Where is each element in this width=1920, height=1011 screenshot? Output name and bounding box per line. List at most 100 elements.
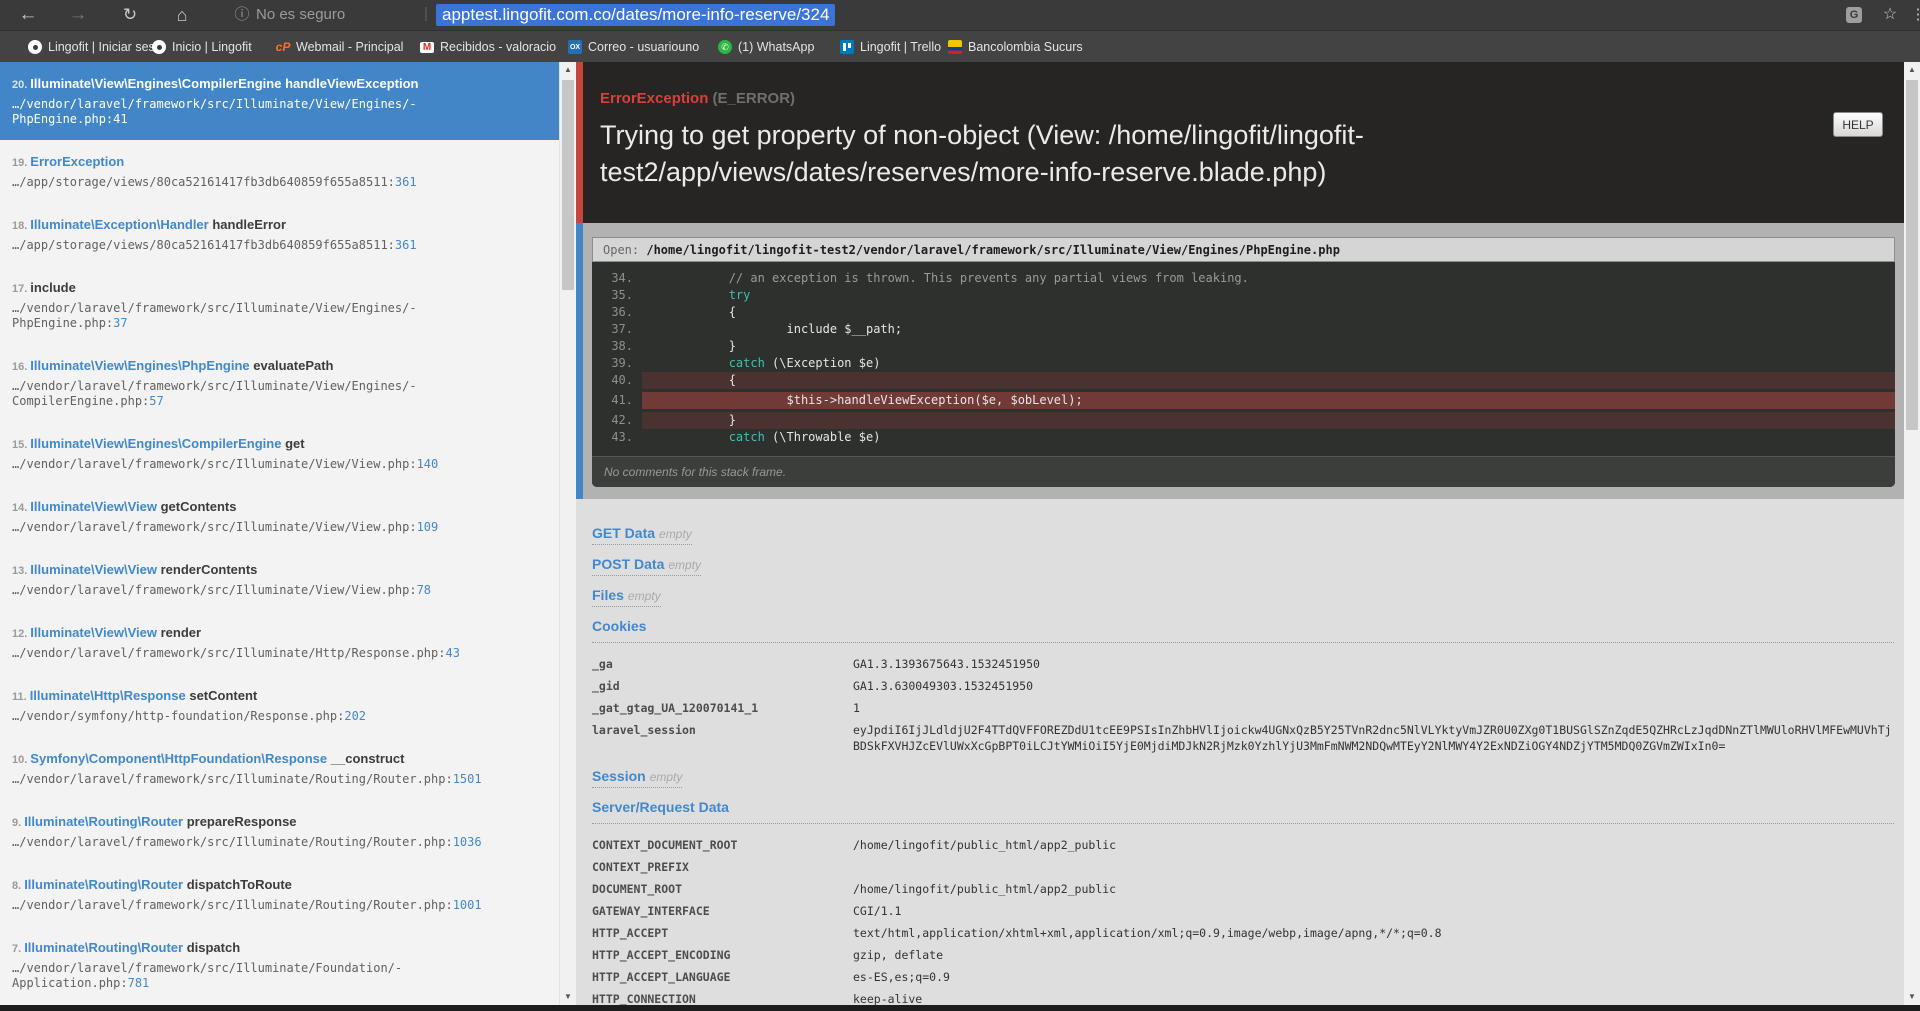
page-scrollbar[interactable]: ▲ ▼ [1904,62,1920,1005]
stack-frame[interactable]: 10.Symfony\Component\HttpFoundation\Resp… [0,737,559,800]
frame-number: 15. [12,439,27,451]
code-line: 40. { [592,372,1895,389]
section-empty-label: empty [650,770,683,784]
frame-class: Illuminate\View\Engines\PhpEngine [30,358,249,373]
code-line-text: catch (\Throwable $e) [642,429,1895,446]
table-row: CONTEXT_PREFIX [592,856,1894,878]
reload-icon[interactable]: ↻ [118,0,142,30]
gmail-icon: M [420,42,434,53]
bookmark-item[interactable]: Bancolombia Sucurs [948,31,1083,63]
stack-frame[interactable]: 7.Illuminate\Routing\Router dispatch…/ve… [0,926,559,1004]
frame-line-number: 1036 [453,835,482,849]
open-label: Open: [603,243,639,257]
translate-icon[interactable]: G [1846,7,1862,23]
home-icon[interactable]: ⌂ [170,0,194,30]
bookmark-label: Inicio | Lingofit [172,40,252,54]
section-empty-label: empty [628,589,661,603]
code-line-number: 42. [592,412,642,429]
frame-class: Illuminate\View\View [30,625,157,640]
info-icon[interactable]: ⓘ [230,0,254,30]
bookmark-item[interactable]: ✆(1) WhatsApp [718,31,814,63]
frame-class: Illuminate\View\Engines\CompilerEngine [30,76,281,91]
section-divider [592,642,1894,643]
frame-line-number: 781 [128,976,150,990]
open-file-link[interactable]: Open: /home/lingofit/lingofit-test2/vend… [592,237,1895,262]
section-heading: Server/Request Data [592,799,1894,815]
frame-class: Illuminate\Exception\Handler [30,217,208,232]
frame-number: 8. [12,880,21,892]
frame-title: 20.Illuminate\View\Engines\CompilerEngin… [12,75,529,94]
frame-title: 12.Illuminate\View\View render [12,624,529,643]
row-value: GA1.3.1393675643.1532451950 [853,656,1894,672]
stack-frame[interactable]: 13.Illuminate\View\View renderContents…/… [0,548,559,611]
browser-toolbar: ← → ↻ ⌂ ⓘ No es seguro | apptest.lingofi… [0,0,1920,30]
stack-frame[interactable]: 20.Illuminate\View\Engines\CompilerEngin… [0,62,559,140]
bookmark-label: Lingofit | Trello [860,40,941,54]
frame-number: 12. [12,628,27,640]
scroll-up-icon[interactable]: ▲ [560,62,576,78]
stack-frame[interactable]: 9.Illuminate\Routing\Router prepareRespo… [0,800,559,863]
frame-line-number: 202 [344,709,366,723]
urlbar-separator: | [424,0,428,30]
bookmark-item[interactable]: Lingofit | Trello [840,31,941,63]
frame-method: getContents [161,499,237,514]
frame-title: 7.Illuminate\Routing\Router dispatch [12,939,529,958]
menu-icon[interactable]: ⋮ [1906,0,1920,30]
bookmark-item[interactable]: OXCorreo - usuariouno [568,31,699,63]
frame-line-number: 37 [113,316,127,330]
frame-method: __construct [331,751,405,766]
help-button[interactable]: HELP [1833,112,1883,137]
code-line: 43. catch (\Throwable $e) [592,429,1895,446]
frame-method: dispatch [187,940,240,955]
scroll-up-icon[interactable]: ▲ [1904,62,1920,78]
stack-frame[interactable]: 8.Illuminate\Routing\Router dispatchToRo… [0,863,559,926]
frame-title: 11.Illuminate\Http\Response setContent [12,687,529,706]
frame-class: Illuminate\Routing\Router [24,814,183,829]
section-title: Server/Request Data [592,799,729,815]
page-scrollbar-thumb[interactable] [1906,80,1918,430]
bookmark-item[interactable]: Inicio | Lingofit [152,31,252,63]
code-token: (\Exception $e) [765,356,881,370]
forward-icon[interactable]: → [66,0,90,30]
code-line-text: $this->handleViewException($e, $obLevel)… [642,392,1895,409]
frame-method: handleError [212,217,286,232]
frame-method: evaluatePath [253,358,333,373]
code-line: 35. try [592,287,1895,304]
row-key: DOCUMENT_ROOT [592,881,853,897]
code-line-number: 43. [592,429,642,446]
section-title: Files [592,587,624,603]
stack-frame[interactable]: 19.ErrorException …/app/storage/views/80… [0,140,559,203]
frame-class: Illuminate\Http\Response [30,688,186,703]
stack-frame[interactable]: 14.Illuminate\View\View getContents…/ven… [0,485,559,548]
frame-title: 10.Symfony\Component\HttpFoundation\Resp… [12,750,529,769]
frame-file-path: …/app/storage/views/80ca52161417fb3db640… [12,175,529,190]
frame-line-number: 140 [417,457,439,471]
stack-frame[interactable]: 12.Illuminate\View\View render…/vendor/l… [0,611,559,674]
bookmark-item[interactable]: cPWebmail - Principal [276,31,403,63]
stack-frame[interactable]: 15.Illuminate\View\Engines\CompilerEngin… [0,422,559,485]
row-value: /home/lingofit/public_html/app2_public [853,837,1894,853]
row-key: laravel_session [592,722,853,754]
bookmark-item[interactable]: Lingofit | Iniciar sesió [28,31,165,63]
stack-frame[interactable]: 17.include…/vendor/laravel/framework/src… [0,266,559,344]
stack-frame[interactable]: 11.Illuminate\Http\Response setContent…/… [0,674,559,737]
scroll-down-icon[interactable]: ▼ [560,989,576,1005]
back-icon[interactable]: ← [16,0,40,30]
frame-file-path: …/vendor/laravel/framework/src/Illuminat… [12,457,529,472]
frame-method: render [161,625,201,640]
table-row: HTTP_CONNECTIONkeep-alive [592,988,1894,1005]
sidebar-scrollbar[interactable]: ▲ ▼ [559,62,576,1005]
sidebar-scrollbar-thumb[interactable] [562,80,574,290]
stack-frame[interactable]: 16.Illuminate\View\Engines\PhpEngine eva… [0,344,559,422]
stack-frame[interactable]: 18.Illuminate\Exception\Handler handleEr… [0,203,559,266]
table-row: HTTP_ACCEPT_ENCODINGgzip, deflate [592,944,1894,966]
section-title: GET Data [592,525,655,541]
bookmark-star-icon[interactable]: ☆ [1878,0,1902,30]
address-url[interactable]: apptest.lingofit.com.co/dates/more-info-… [436,4,835,26]
bookmark-item[interactable]: MRecibidos - valoracio [420,31,556,63]
data-section: Files empty [592,587,1894,607]
scroll-down-icon[interactable]: ▼ [1904,989,1920,1005]
code-line: 36. { [592,304,1895,321]
bookmark-label: Lingofit | Iniciar sesió [48,40,165,54]
code-token: include $__path; [787,322,903,336]
